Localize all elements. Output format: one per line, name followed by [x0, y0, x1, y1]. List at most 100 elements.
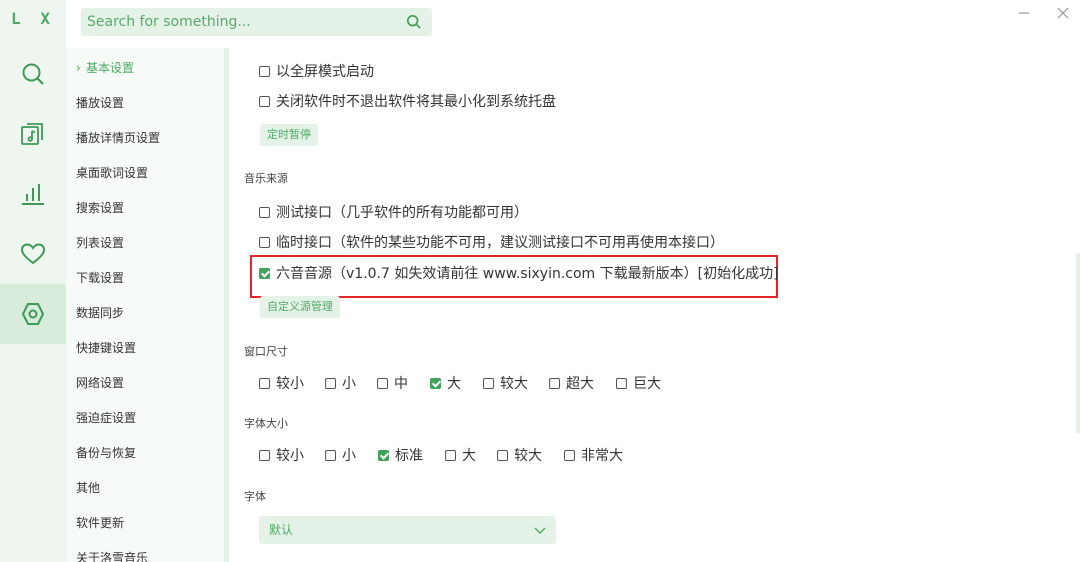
checkbox-box — [259, 65, 270, 77]
checkbox-label: 小 — [342, 448, 356, 464]
settings-content: 以全屏模式启动 关闭软件时不退出软件将其最小化到系统托盘 定时暂停 音乐来源 测… — [229, 48, 1080, 562]
music-library-icon — [21, 123, 43, 145]
font-size-option[interactable]: 非常大 — [564, 445, 623, 465]
checkbox-label: 测试接口（几乎软件的所有功能都可用） — [276, 205, 528, 221]
checkbox-label: 大 — [462, 448, 476, 464]
checkbox-label: 六音音源（v1.0.7 如失效请前往 www.sixyin.com 下载最新版本… — [276, 266, 779, 282]
font-size-option[interactable]: 大 — [445, 445, 476, 465]
settings-menu: › 基本设置 播放设置 播放详情页设置 桌面歌词设置 搜索设置 列表设置 下载设置… — [66, 48, 224, 562]
menu-item-basic[interactable]: › 基本设置 — [76, 57, 134, 79]
menu-item-label: 播放详情页设置 — [76, 131, 161, 145]
font-select[interactable]: 默认 — [259, 516, 556, 544]
menu-item-label: 强迫症设置 — [76, 411, 137, 425]
window-size-option[interactable]: 大 — [430, 373, 461, 393]
close-button[interactable] — [1052, 2, 1074, 24]
menu-item-label: 列表设置 — [76, 236, 125, 250]
menu-item-network[interactable]: 网络设置 — [76, 372, 124, 394]
menu-item-backup[interactable]: 备份与恢复 — [76, 442, 136, 464]
checkbox-box — [325, 377, 336, 389]
checkbox-label: 非常大 — [581, 448, 623, 464]
leaderboard-icon — [22, 184, 44, 205]
checkbox-label: 以全屏模式启动 — [276, 64, 374, 80]
source-test-checkbox[interactable]: 测试接口（几乎软件的所有功能都可用） — [259, 202, 528, 222]
menu-item-hotkeys[interactable]: 快捷键设置 — [76, 337, 136, 359]
checkbox-label: 大 — [447, 376, 461, 392]
menu-item-sync[interactable]: 数据同步 — [76, 302, 124, 324]
search-button[interactable] — [404, 12, 424, 32]
font-title: 字体 — [244, 490, 266, 503]
window-size-option[interactable]: 小 — [325, 373, 356, 393]
nav-settings[interactable] — [0, 284, 66, 344]
menu-item-download[interactable]: 下载设置 — [76, 267, 124, 289]
custom-source-button[interactable]: 自定义源管理 — [260, 296, 340, 318]
minimize-icon — [1019, 12, 1029, 14]
menu-item-play-detail[interactable]: 播放详情页设置 — [76, 127, 160, 149]
content-scrollbar[interactable] — [1076, 253, 1080, 433]
menu-item-label: 搜索设置 — [76, 201, 125, 215]
nav-leaderboard[interactable] — [0, 164, 66, 224]
checkbox-box — [377, 377, 388, 389]
source-temp-checkbox[interactable]: 临时接口（软件的某些功能不可用，建议测试接口不可用再使用本接口） — [259, 232, 724, 252]
minimize-to-tray-checkbox[interactable]: 关闭软件时不退出软件将其最小化到系统托盘 — [259, 91, 556, 111]
checkbox-label: 较小 — [276, 448, 304, 464]
side-navigation: L X — [0, 0, 66, 562]
search-icon — [22, 63, 44, 85]
window-size-option[interactable]: 较小 — [259, 373, 304, 393]
checkbox-label: 标准 — [395, 448, 423, 464]
close-icon — [1057, 7, 1069, 19]
nav-music-library[interactable] — [0, 104, 66, 164]
font-select-value: 默认 — [269, 523, 294, 537]
checkbox-box-checked — [259, 267, 270, 279]
timer-pause-button[interactable]: 定时暂停 — [260, 124, 318, 146]
checkbox-box — [616, 377, 627, 389]
menu-item-ocd[interactable]: 强迫症设置 — [76, 407, 136, 429]
checkbox-label: 临时接口（软件的某些功能不可用，建议测试接口不可用再使用本接口） — [276, 235, 724, 251]
nav-favorites[interactable] — [0, 224, 66, 284]
menu-item-other[interactable]: 其他 — [76, 477, 100, 499]
checkbox-label: 中 — [394, 376, 408, 392]
nav-search[interactable] — [0, 44, 66, 104]
window-size-option[interactable]: 中 — [377, 373, 408, 393]
checkbox-label: 巨大 — [633, 376, 661, 392]
menu-item-list[interactable]: 列表设置 — [76, 232, 124, 254]
checkbox-box — [549, 377, 560, 389]
menu-item-about[interactable]: 关于洛雪音乐 — [76, 547, 148, 562]
window-size-option[interactable]: 巨大 — [616, 373, 661, 393]
font-size-option[interactable]: 标准 — [378, 445, 423, 465]
search-input[interactable] — [81, 8, 397, 36]
menu-item-label: 其他 — [76, 481, 101, 495]
menu-item-label: 播放设置 — [76, 96, 125, 110]
font-size-option[interactable]: 较大 — [497, 445, 542, 465]
font-size-option[interactable]: 较小 — [259, 445, 304, 465]
fullscreen-checkbox[interactable]: 以全屏模式启动 — [259, 61, 374, 81]
window-size-option[interactable]: 超大 — [549, 373, 594, 393]
menu-item-label: 数据同步 — [76, 306, 125, 320]
menu-item-update[interactable]: 软件更新 — [76, 512, 124, 534]
search-icon — [406, 14, 421, 29]
checkbox-box — [259, 95, 270, 107]
top-bar — [66, 0, 1080, 48]
menu-item-search[interactable]: 搜索设置 — [76, 197, 124, 219]
font-size-title: 字体大小 — [244, 417, 288, 430]
chevron-down-icon — [534, 527, 546, 535]
source-sixyin-checkbox[interactable]: 六音音源（v1.0.7 如失效请前往 www.sixyin.com 下载最新版本… — [259, 263, 779, 283]
settings-icon — [21, 303, 45, 325]
checkbox-box — [259, 377, 270, 389]
search-box — [81, 8, 432, 36]
window-size-option[interactable]: 较大 — [483, 373, 528, 393]
menu-item-desktop-lyrics[interactable]: 桌面歌词设置 — [76, 162, 148, 184]
checkbox-box — [325, 449, 336, 461]
checkbox-box-checked — [430, 377, 441, 389]
menu-item-label: 快捷键设置 — [76, 341, 137, 355]
checkbox-box — [259, 206, 270, 218]
menu-item-playback[interactable]: 播放设置 — [76, 92, 124, 114]
font-size-option[interactable]: 小 — [325, 445, 356, 465]
checkbox-label: 关闭软件时不退出软件将其最小化到系统托盘 — [276, 94, 556, 110]
minimize-button[interactable] — [1013, 2, 1035, 24]
heart-icon — [20, 243, 46, 265]
checkbox-label: 小 — [342, 376, 356, 392]
chevron-right-icon: › — [76, 61, 81, 75]
checkbox-label: 较小 — [276, 376, 304, 392]
menu-item-label: 关于洛雪音乐 — [76, 551, 149, 562]
checkbox-box — [259, 449, 270, 461]
